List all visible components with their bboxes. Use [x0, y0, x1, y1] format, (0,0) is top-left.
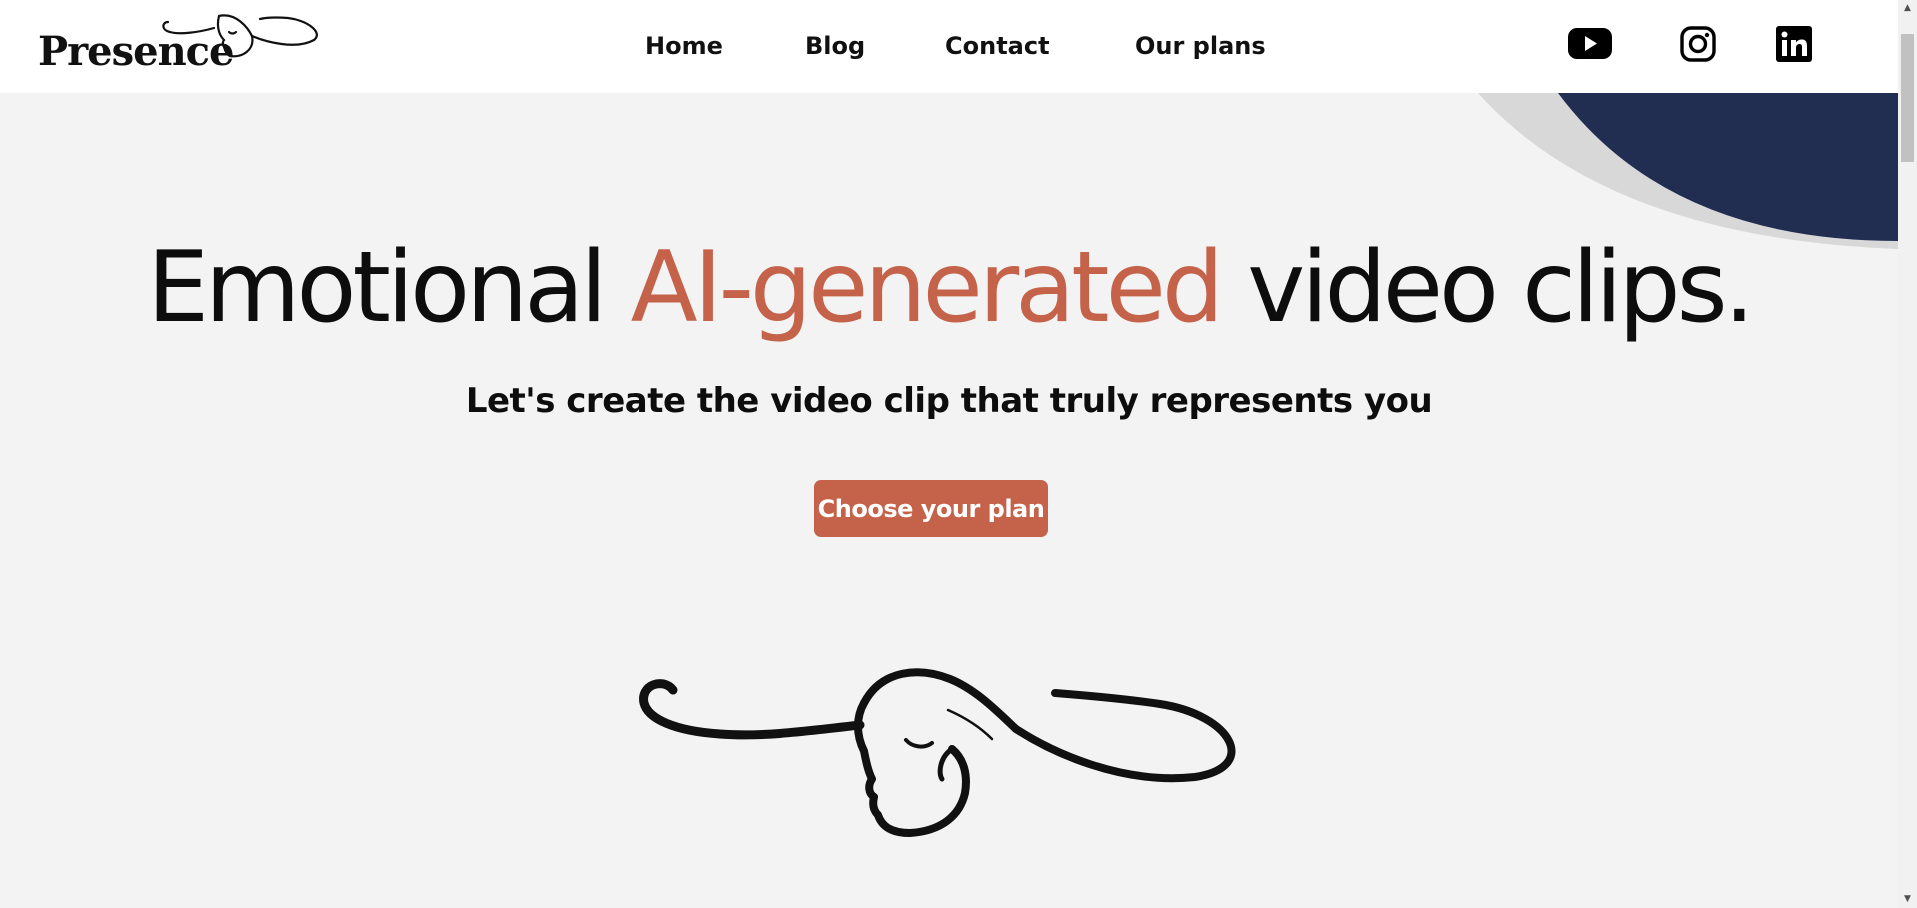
scroll-down-arrow-icon[interactable]: ▼ [1898, 891, 1917, 908]
youtube-link[interactable] [1567, 25, 1613, 63]
nav-link-home[interactable]: Home [645, 28, 723, 64]
instagram-icon [1680, 26, 1716, 62]
hero-title-part1: Emotional [147, 231, 631, 345]
linkedin-link[interactable] [1775, 25, 1813, 63]
choose-plan-button[interactable]: Choose your plan [814, 480, 1048, 537]
hero-subtitle: Let's create the video clip that truly r… [465, 381, 1433, 421]
hero-title-accent: AI-generated [630, 231, 1224, 345]
page-scrollbar[interactable]: ▲ ▼ [1898, 0, 1917, 908]
scroll-thumb[interactable] [1901, 34, 1914, 162]
face-logo-icon [162, 14, 318, 58]
hero-title: Emotional AI-generated video clips. [0, 228, 1898, 348]
linkedin-icon [1776, 26, 1812, 62]
nav-link-our-plans[interactable]: Our plans [1135, 28, 1266, 64]
nav-link-blog[interactable]: Blog [805, 28, 865, 64]
site-header: Presence Home Blog Contact Our plans [0, 0, 1898, 93]
nav-link-contact[interactable]: Contact [945, 28, 1050, 64]
hero-title-part2: video clips. [1220, 231, 1755, 345]
landing-page: Presence Home Blog Contact Our plans Emo… [0, 0, 1917, 908]
instagram-link[interactable] [1679, 25, 1717, 63]
youtube-icon [1568, 28, 1612, 59]
scroll-up-arrow-icon[interactable]: ▲ [1898, 0, 1917, 17]
site-logo[interactable]: Presence [38, 10, 328, 75]
face-illustration [639, 668, 1236, 837]
